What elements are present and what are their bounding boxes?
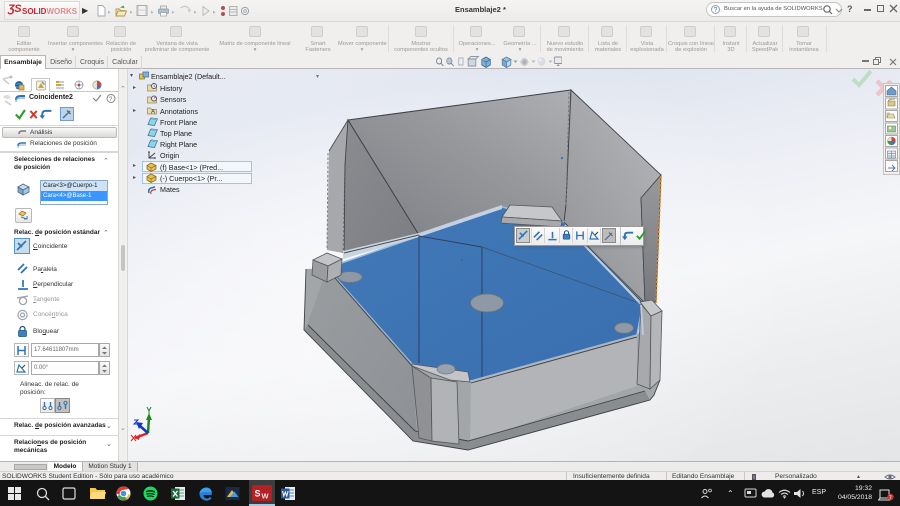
svg-text:S: S: [255, 489, 261, 499]
svg-text:W: W: [262, 492, 270, 501]
svg-text:7: 7: [889, 495, 892, 501]
svg-text:A: A: [151, 110, 155, 116]
